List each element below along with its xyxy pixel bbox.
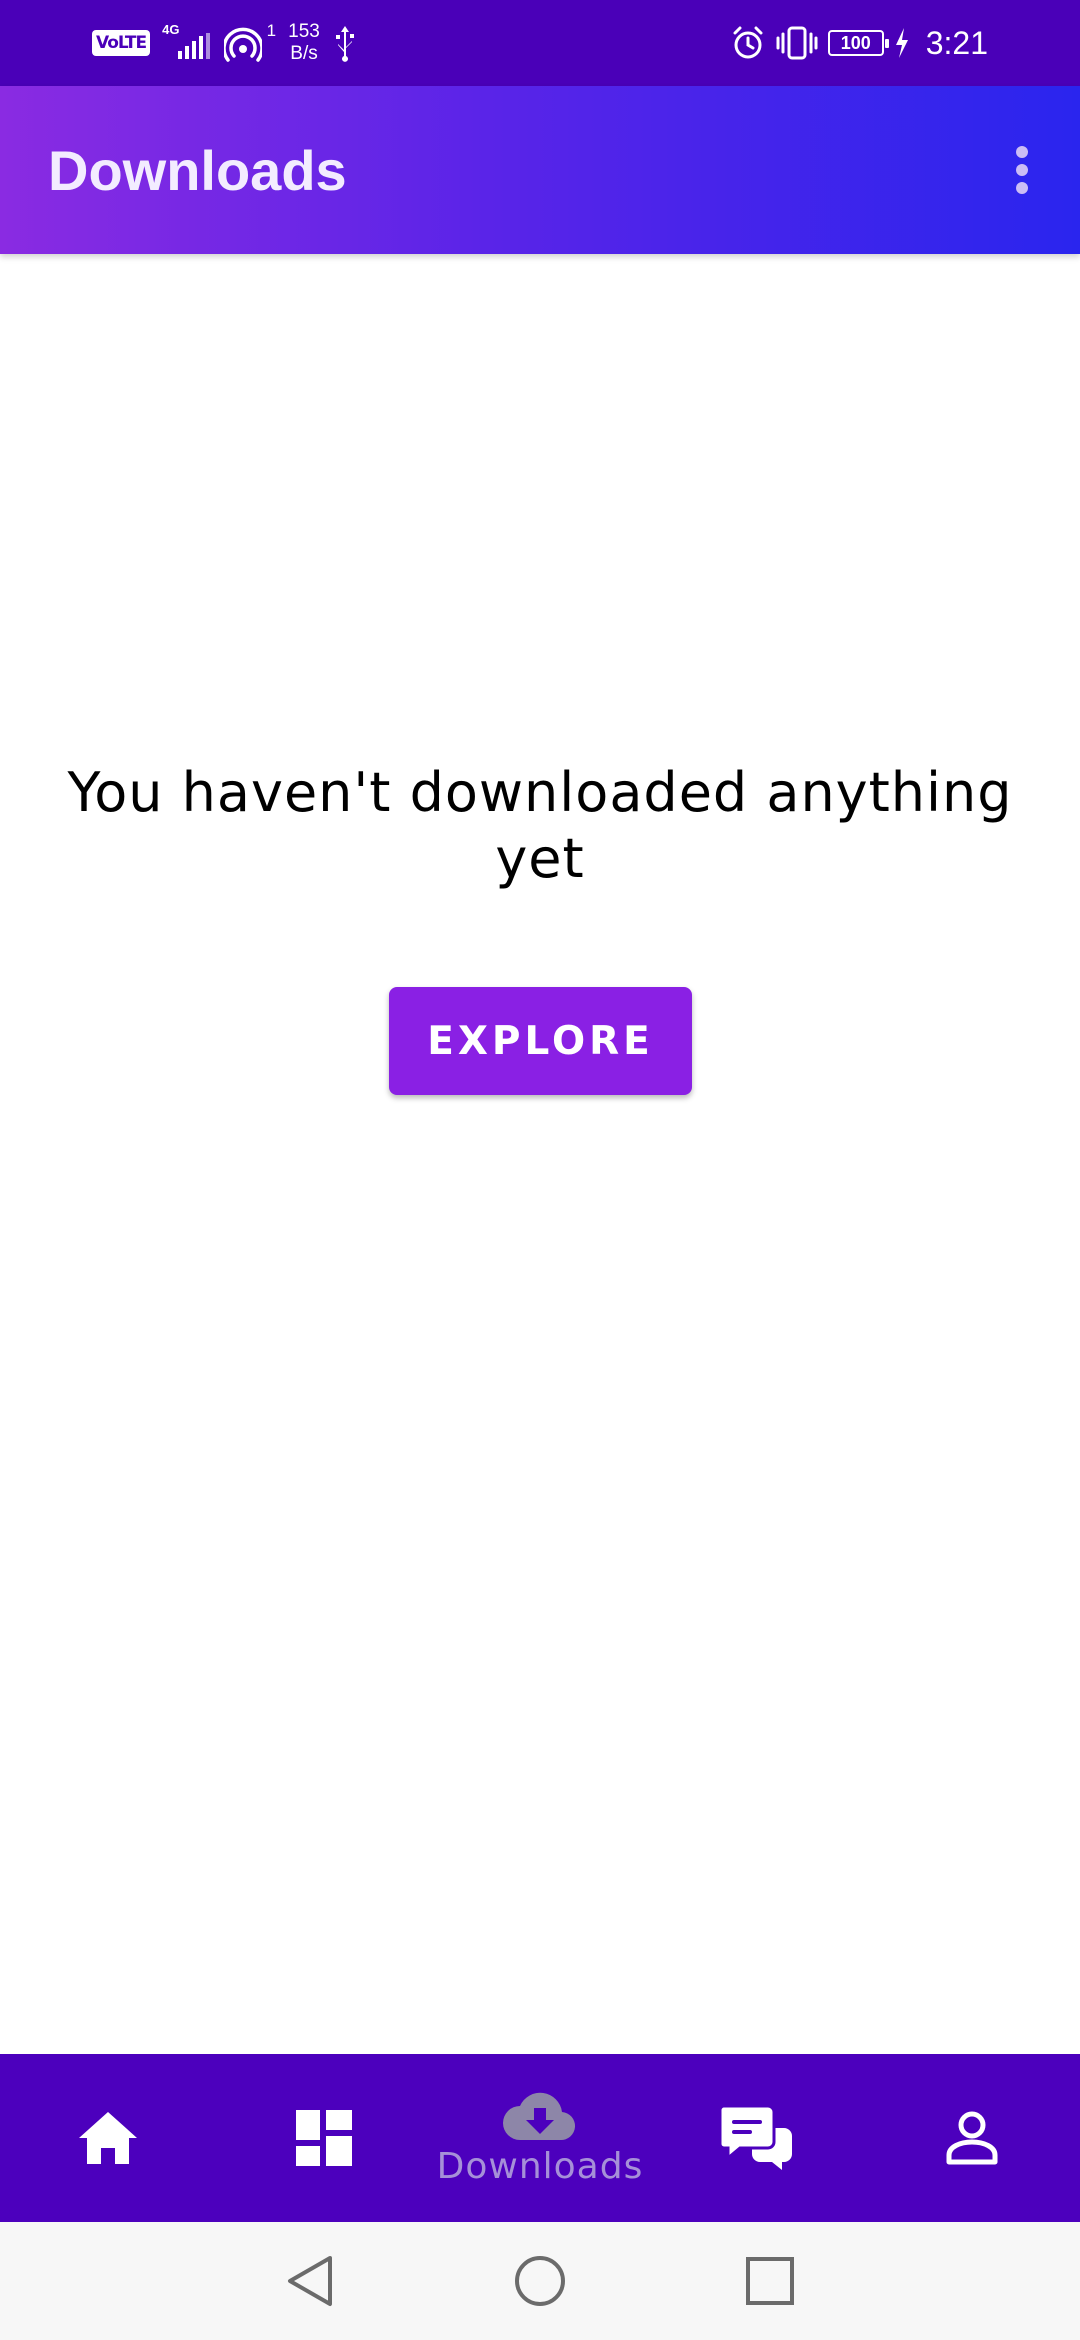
cloud-download-icon: [503, 2092, 576, 2140]
network-type-label: 4G: [162, 22, 180, 37]
volte-badge: VoLTE: [92, 30, 151, 56]
system-navigation-bar: [0, 2222, 1080, 2340]
speed-value: 153: [288, 21, 320, 42]
nav-item-dashboard[interactable]: [216, 2054, 432, 2222]
page-title: Downloads: [48, 138, 347, 202]
network-speed: 153 B/s: [288, 21, 320, 65]
dashboard-icon: [296, 2110, 352, 2166]
explore-button[interactable]: EXPLORE: [389, 987, 692, 1095]
overflow-menu-button[interactable]: [982, 130, 1062, 210]
chat-icon: [720, 2106, 792, 2170]
battery-icon: 100: [827, 30, 889, 56]
back-button[interactable]: [270, 2241, 350, 2321]
nav-item-chat[interactable]: [648, 2054, 864, 2222]
hotspot-count: 1: [266, 21, 277, 40]
back-triangle-icon: [288, 2256, 332, 2306]
clock: 3:21: [925, 24, 988, 61]
cell-signal-icon: 4G: [162, 23, 212, 63]
status-right: 100 3:21: [730, 0, 988, 86]
person-icon: [946, 2111, 998, 2165]
status-left: VoLTE 4G 1 153 B/s: [92, 0, 358, 86]
signal-bars-icon: [178, 33, 211, 59]
nav-item-downloads[interactable]: Downloads: [432, 2054, 648, 2222]
home-circle-icon: [515, 2256, 565, 2306]
app-bar: Downloads: [0, 86, 1080, 254]
alarm-icon: [733, 26, 763, 59]
speed-unit: B/s: [290, 43, 318, 64]
vibrate-icon: [776, 26, 818, 60]
home-icon: [79, 2112, 137, 2164]
hotspot-icon: 1: [224, 21, 277, 63]
recents-square-icon: [746, 2257, 794, 2305]
charging-icon: [895, 28, 908, 58]
recents-button[interactable]: [730, 2241, 810, 2321]
nav-label-downloads: Downloads: [436, 2145, 644, 2187]
screen: VoLTE 4G 1 153 B/s 100 3:21 Downloads Yo…: [0, 0, 1080, 2340]
nav-item-home[interactable]: [0, 2054, 216, 2222]
nav-item-profile[interactable]: [864, 2054, 1080, 2222]
usb-icon: [335, 26, 354, 62]
home-system-button[interactable]: [500, 2241, 580, 2321]
more-vert-icon: [1016, 146, 1028, 194]
status-bar: VoLTE 4G 1 153 B/s 100 3:21: [0, 0, 1080, 86]
battery-level: 100: [840, 32, 871, 53]
empty-state-message: You haven't downloaded anything yet: [67, 761, 1013, 890]
bottom-navigation: Downloads: [0, 2054, 1080, 2222]
